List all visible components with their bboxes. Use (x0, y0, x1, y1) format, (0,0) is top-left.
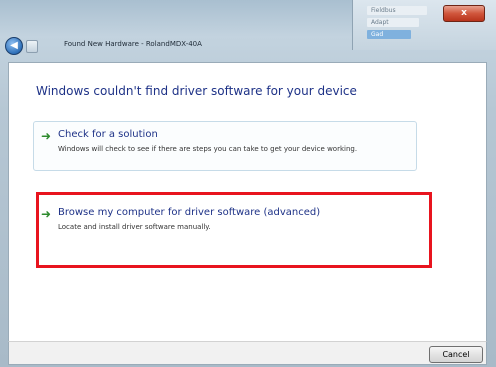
close-button[interactable]: x (443, 5, 485, 22)
green-arrow-icon: ➜ (41, 129, 52, 143)
option-description: Windows will check to see if there are s… (58, 145, 358, 153)
option-heading: Check for a solution (58, 129, 158, 140)
title-bar: ◀ Found New Hardware - RolandMDX-40A x (0, 0, 496, 66)
dialog-footer (8, 341, 487, 365)
hardware-icon (26, 40, 38, 53)
main-instruction: Windows couldn't find driver software fo… (36, 84, 357, 98)
window-title: Found New Hardware - RolandMDX-40A (64, 40, 202, 48)
back-arrow-icon[interactable]: ◀ (5, 37, 23, 55)
highlight-annotation (36, 192, 432, 268)
cancel-button[interactable]: Cancel (429, 346, 483, 363)
option-check-for-solution[interactable]: ➜ Check for a solution Windows will chec… (33, 121, 417, 171)
